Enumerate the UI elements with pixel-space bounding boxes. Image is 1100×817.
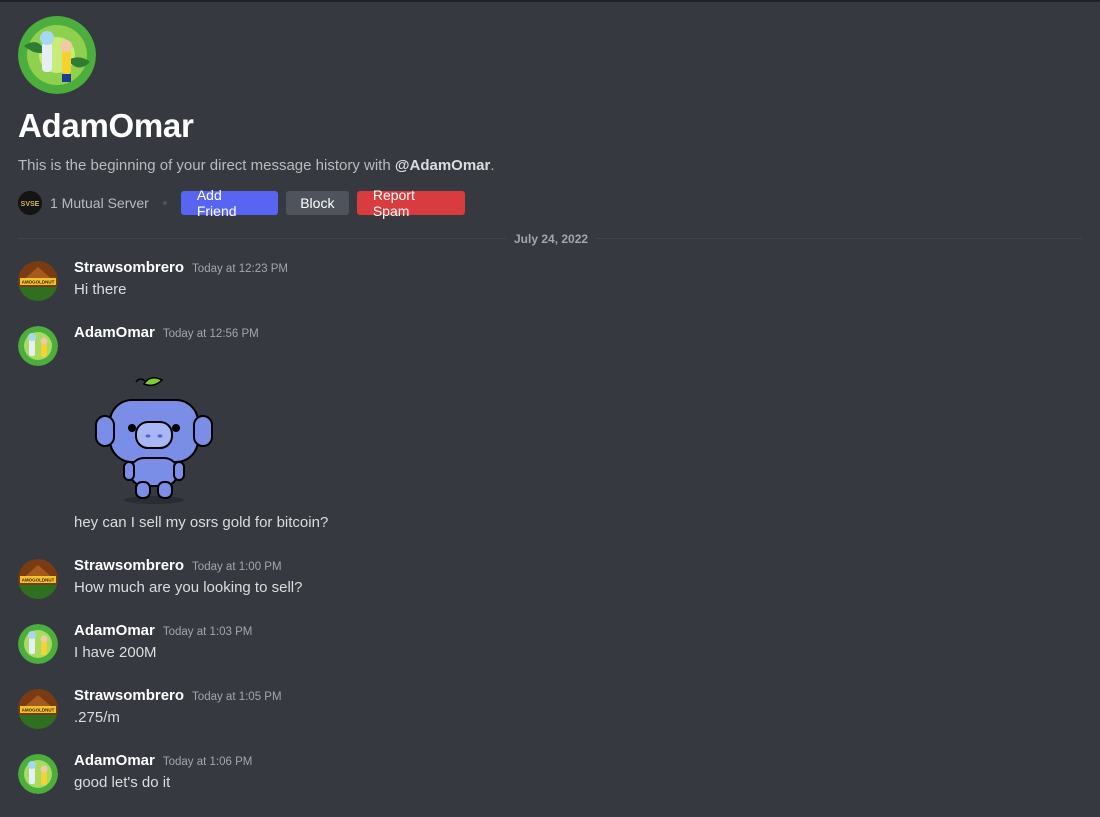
dm-title: AdamOmar (18, 107, 194, 144)
message-header: AdamOmar Today at 1:03 PM (74, 622, 252, 640)
timestamp[interactable]: Today at 1:03 PM (163, 626, 253, 638)
author-name[interactable]: AdamOmar (74, 324, 155, 341)
author-name[interactable]: AdamOmar (74, 752, 155, 769)
adamomar-large-avatar[interactable] (18, 16, 96, 94)
avatar-banner-text: AMOGOLDNUT (22, 708, 55, 713)
dm-profile-header: AdamOmar This is the beginning of your d… (18, 16, 1082, 219)
author-name[interactable]: Strawsombrero (74, 687, 184, 704)
message-text: .275/m (74, 709, 120, 726)
message-text: Hi there (74, 281, 127, 298)
add-friend-button[interactable]: Add Friend (180, 187, 278, 219)
avatar-banner-text: AMOGOLDNUT (22, 280, 55, 285)
mutual-servers-link[interactable]: 1 Mutual Server (50, 195, 149, 211)
timestamp[interactable]: Today at 1:06 PM (163, 756, 253, 768)
mutual-server-icon[interactable]: SVSE (18, 191, 42, 215)
intro-prefix: This is the beginning of your direct mes… (18, 157, 395, 174)
adamomar-avatar[interactable] (18, 624, 58, 664)
message-text: good let's do it (74, 774, 171, 791)
intro-suffix: . (490, 157, 495, 174)
message-text: How much are you looking to sell? (74, 579, 303, 596)
profile-actions: SVSE 1 Mutual Server Add Friend Block Re… (18, 187, 1082, 219)
message-text: hey can I sell my osrs gold for bitcoin? (74, 514, 329, 531)
strawsombrero-avatar[interactable]: AMOGOLDNUT (18, 559, 58, 599)
adamomar-avatar[interactable] (18, 326, 58, 366)
window-top-border (0, 0, 1100, 2)
date-divider-label: July 24, 2022 (506, 231, 597, 247)
timestamp[interactable]: Today at 12:56 PM (163, 328, 259, 340)
intro-handle: @AdamOmar (394, 157, 491, 174)
message-header: Strawsombrero Today at 12:23 PM (74, 259, 288, 277)
strawsombrero-avatar[interactable]: AMOGOLDNUT (18, 689, 58, 729)
message-header: AdamOmar Today at 12:56 PM (74, 324, 259, 342)
message-header: AdamOmar Today at 1:06 PM (74, 752, 252, 770)
report-spam-button[interactable]: Report Spam (356, 187, 465, 219)
message-text: I have 200M (74, 644, 157, 661)
message-header: Strawsombrero Today at 1:05 PM (74, 687, 282, 705)
author-name[interactable]: AdamOmar (74, 622, 155, 639)
server-icon-text: SVSE (21, 201, 40, 208)
avatar-banner-text: AMOGOLDNUT (22, 578, 55, 583)
strawsombrero-avatar[interactable]: AMOGOLDNUT (18, 261, 58, 301)
author-name[interactable]: Strawsombrero (74, 259, 184, 276)
adamomar-avatar[interactable] (18, 754, 58, 794)
timestamp[interactable]: Today at 1:00 PM (192, 561, 282, 573)
wumpus-sticker[interactable] (74, 370, 234, 510)
timestamp[interactable]: Today at 12:23 PM (192, 263, 288, 275)
block-button[interactable]: Block (285, 191, 349, 215)
dm-intro-text: This is the beginning of your direct mes… (18, 156, 1082, 176)
message-header: Strawsombrero Today at 1:00 PM (74, 557, 282, 575)
separator-dot (162, 201, 167, 205)
author-name[interactable]: Strawsombrero (74, 557, 184, 574)
timestamp[interactable]: Today at 1:05 PM (192, 691, 282, 703)
